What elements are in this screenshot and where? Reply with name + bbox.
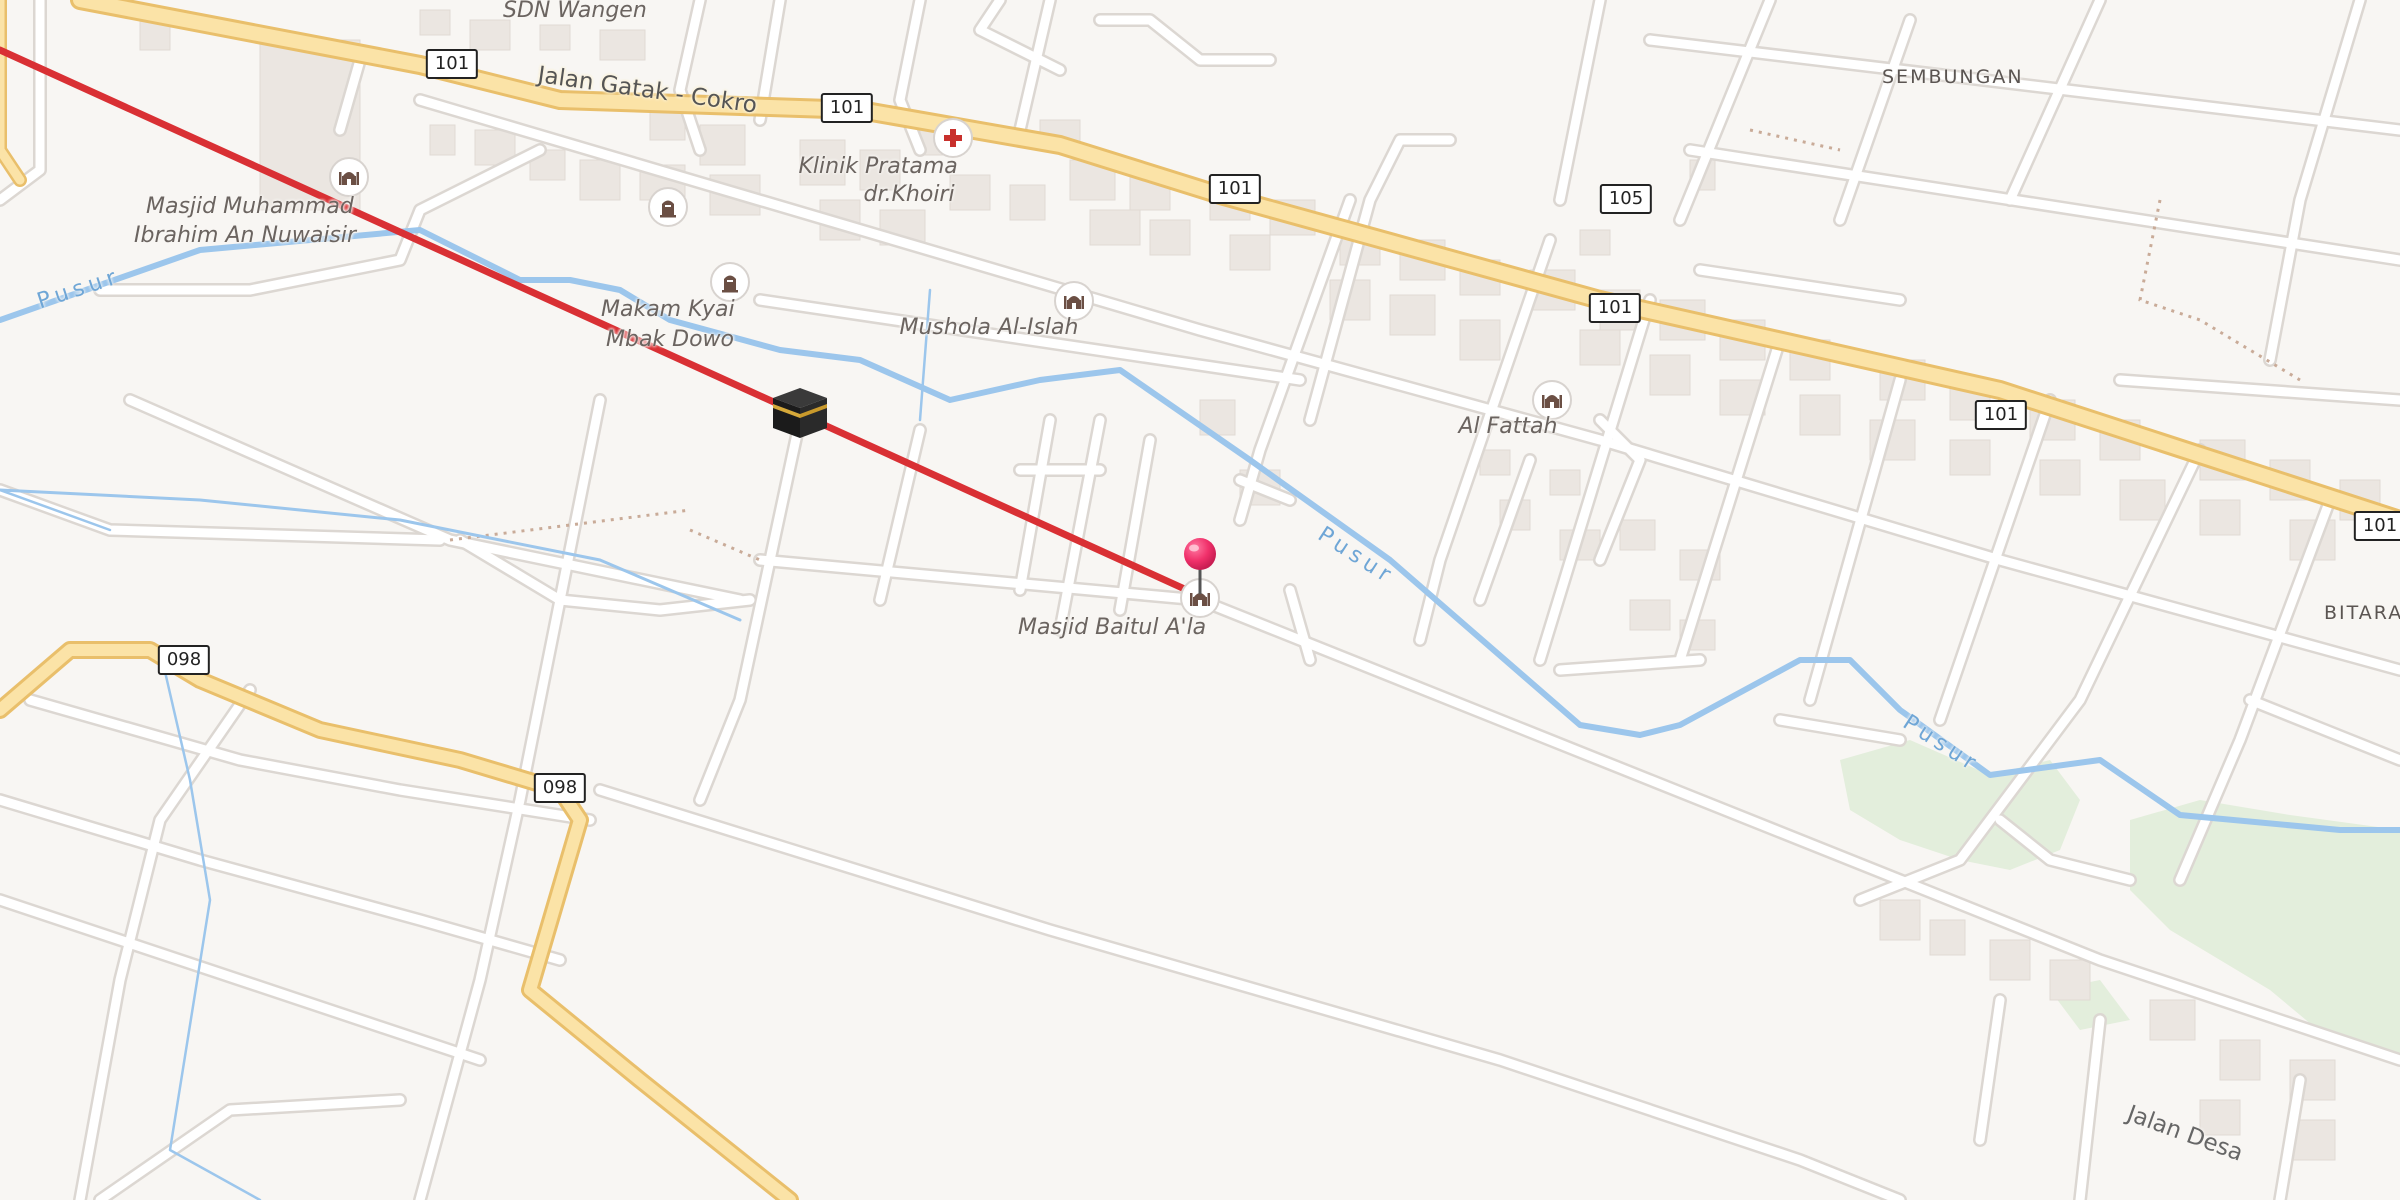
poi-label-ibrahim-an-nuwaisir: Ibrahim An Nuwaisir [134, 223, 357, 248]
area-label-sembungan: SEMBUNGAN [1882, 66, 2024, 88]
poi-label-masjid-baitul-ala: Masjid Baitul A'la [1018, 615, 1207, 640]
map-view[interactable]: 101 101 101 101 101 101 105 098 098 Jala… [0, 0, 2400, 1200]
route-shield-101: 101 [1208, 174, 1262, 204]
cemetery-icon[interactable] [648, 187, 688, 227]
location-pin-icon[interactable] [1180, 536, 1220, 600]
park-areas [1840, 740, 2400, 1060]
poi-label-masjid-muhammad: Masjid Muhammad [146, 194, 354, 219]
kaaba-icon[interactable] [771, 384, 829, 444]
poi-label-klinik-pratama-doctor: dr.Khoiri [863, 182, 955, 207]
medical-cross-icon[interactable] [933, 118, 973, 158]
route-shield-105: 105 [1599, 184, 1653, 214]
poi-label-al-fattah: Al Fattah [1458, 414, 1558, 439]
waterways [0, 227, 2400, 1200]
route-shield-101: 101 [425, 49, 479, 79]
poi-label-sdn-wangen: SDN Wangen [503, 0, 647, 23]
route-shield-101: 101 [1588, 293, 1642, 323]
mosque-icon[interactable] [329, 157, 369, 197]
route-shield-101: 101 [2353, 511, 2400, 541]
poi-label-klinik-pratama: Klinik Pratama [798, 154, 958, 179]
route-shield-101: 101 [820, 93, 874, 123]
poi-label-mushola-al-islah: Mushola Al-Islah [899, 315, 1079, 340]
area-label-bitara: BITARA [2324, 602, 2400, 624]
poi-label-mbak-dowo: Mbak Dowo [606, 327, 735, 352]
route-shield-098: 098 [157, 645, 211, 675]
route-shield-098: 098 [533, 773, 587, 803]
poi-label-makam-kyai: Makam Kyai [601, 297, 735, 322]
route-shield-101: 101 [1974, 400, 2028, 430]
